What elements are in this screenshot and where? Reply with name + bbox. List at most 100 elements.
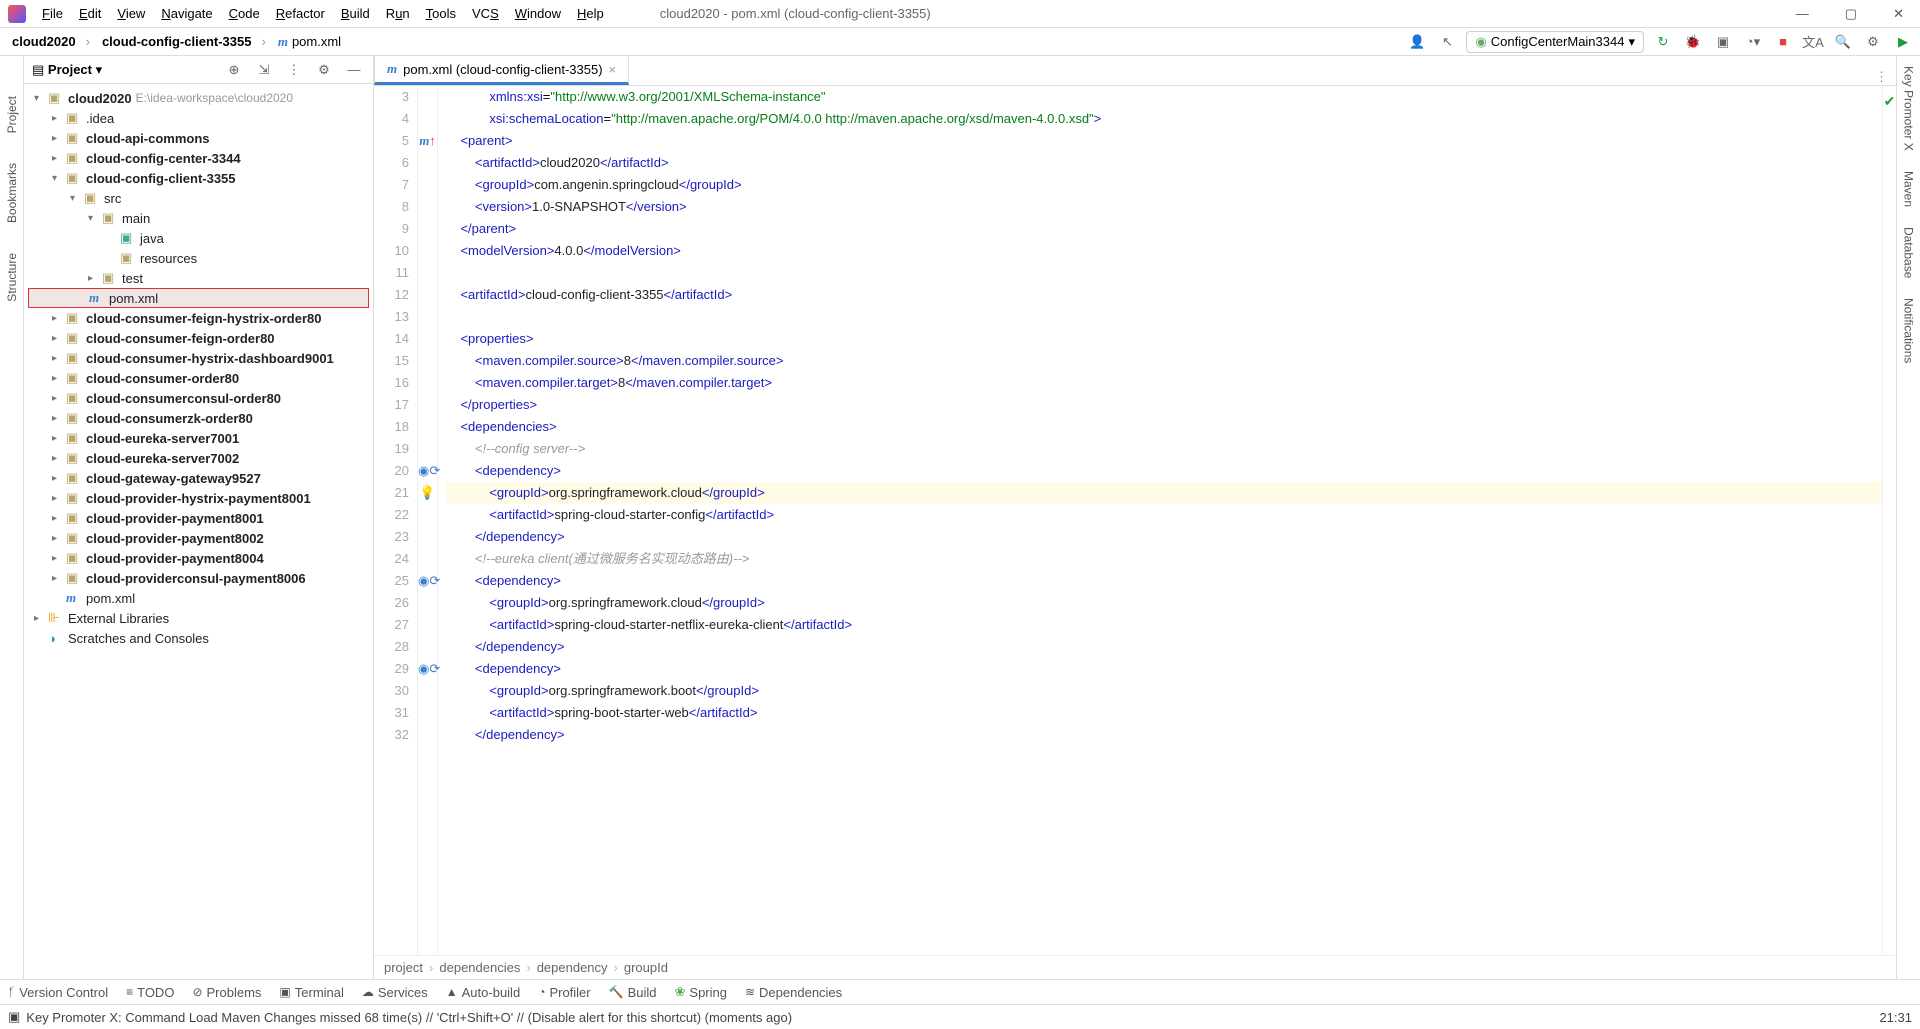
- app-icon: [8, 5, 26, 23]
- status-icon[interactable]: ▣: [8, 1009, 20, 1025]
- tree-item[interactable]: ▾▣cloud-config-client-3355: [24, 168, 373, 188]
- tree-item[interactable]: ▸▣cloud-config-center-3344: [24, 148, 373, 168]
- debug-button[interactable]: 🐞: [1682, 31, 1704, 53]
- project-header: ▤ Project ▾ ⊕ ⇲ ⋮ ⚙ —: [24, 56, 373, 84]
- tree-item[interactable]: mpom.xml: [24, 588, 373, 608]
- tab-options-icon[interactable]: ⋮: [1875, 69, 1888, 85]
- right-tab-keypromoter[interactable]: Key Promoter X: [1902, 66, 1916, 151]
- tree-item[interactable]: ▸▣cloud-eureka-server7001: [24, 428, 373, 448]
- collapse-icon[interactable]: ⋮: [283, 59, 305, 81]
- menu-code[interactable]: Code: [221, 6, 268, 21]
- back-arrow-icon[interactable]: ↖: [1436, 31, 1458, 53]
- minimize-button[interactable]: —: [1788, 6, 1817, 22]
- tw-version-control[interactable]: ᚶ Version Control: [8, 985, 108, 1000]
- menu-build[interactable]: Build: [333, 6, 378, 21]
- left-tool-stripe: Project Bookmarks Structure: [0, 56, 24, 979]
- tree-item[interactable]: ▣resources: [24, 248, 373, 268]
- tw-build[interactable]: 🔨 Build: [609, 985, 657, 1000]
- tree-item[interactable]: ▸▣cloud-providerconsul-payment8006: [24, 568, 373, 588]
- translate-icon[interactable]: 文A: [1802, 31, 1824, 53]
- tree-item[interactable]: ▸▣cloud-consumerconsul-order80: [24, 388, 373, 408]
- search-icon[interactable]: 🔍: [1832, 31, 1854, 53]
- breadcrumb-root[interactable]: cloud2020: [6, 32, 96, 51]
- project-tab-label[interactable]: ▤ Project ▾: [32, 62, 102, 78]
- right-tab-notifications[interactable]: Notifications: [1902, 298, 1916, 363]
- menu-file[interactable]: File: [34, 6, 71, 21]
- tree-item[interactable]: ▾▣main: [24, 208, 373, 228]
- menu-edit[interactable]: Edit: [71, 6, 109, 21]
- settings-icon[interactable]: ⚙: [1862, 31, 1884, 53]
- status-position[interactable]: 21:31: [1879, 1010, 1912, 1025]
- navigation-bar: cloud2020 cloud-config-client-3355 m pom…: [0, 28, 1920, 56]
- tree-scratches[interactable]: ◑Scratches and Consoles: [24, 628, 373, 648]
- profile-button[interactable]: ◔▾: [1742, 31, 1764, 53]
- hide-icon[interactable]: —: [343, 59, 365, 81]
- tree-root[interactable]: ▾▣cloud2020E:\idea-workspace\cloud2020: [24, 88, 373, 108]
- menu-vcs[interactable]: VCS: [464, 6, 507, 21]
- coverage-button[interactable]: ▣: [1712, 31, 1734, 53]
- tree-item[interactable]: ▸▣cloud-consumer-feign-hystrix-order80: [24, 308, 373, 328]
- menu-window[interactable]: Window: [507, 6, 569, 21]
- bc-dependency[interactable]: dependency: [537, 960, 618, 975]
- tree-item[interactable]: ▸▣cloud-gateway-gateway9527: [24, 468, 373, 488]
- expand-icon[interactable]: ⇲: [253, 59, 275, 81]
- bc-groupid[interactable]: groupId: [624, 960, 674, 975]
- right-tab-maven[interactable]: Maven: [1902, 171, 1916, 207]
- menu-tools[interactable]: Tools: [418, 6, 464, 21]
- tw-profiler[interactable]: ◔ Profiler: [538, 985, 590, 1000]
- tree-item[interactable]: ▸▣test: [24, 268, 373, 288]
- run-config-dropdown[interactable]: ◉ConfigCenterMain3344 ▾: [1466, 31, 1644, 53]
- tw-spring[interactable]: ❀ Spring: [675, 984, 727, 1000]
- tree-item[interactable]: ▸▣cloud-consumerzk-order80: [24, 408, 373, 428]
- editor-tab[interactable]: mpom.xml (cloud-config-client-3355)×: [374, 55, 629, 85]
- tw-terminal[interactable]: ▣ Terminal: [279, 985, 343, 1000]
- project-tool-window: ▤ Project ▾ ⊕ ⇲ ⋮ ⚙ — ▾▣cloud2020E:\idea…: [24, 56, 374, 979]
- menu-refactor[interactable]: Refactor: [268, 6, 333, 21]
- gear-icon[interactable]: ⚙: [313, 59, 335, 81]
- tw-todo[interactable]: ≡ TODO: [126, 985, 174, 1000]
- tw-dependencies[interactable]: ≋ Dependencies: [745, 985, 842, 1000]
- menu-run[interactable]: Run: [378, 6, 418, 21]
- tw-services[interactable]: ☁ Services: [362, 985, 428, 1000]
- tw-autobuild[interactable]: ▲ Auto-build: [446, 985, 520, 1000]
- menu-navigate[interactable]: Navigate: [153, 6, 220, 21]
- error-stripe[interactable]: ✔: [1882, 86, 1896, 955]
- tree-item[interactable]: ▸▣cloud-consumer-order80: [24, 368, 373, 388]
- bc-project[interactable]: project: [384, 960, 433, 975]
- stop-button[interactable]: ■: [1772, 31, 1794, 53]
- line-gutter[interactable]: 3456789101112131415161718192021222324252…: [374, 86, 418, 955]
- tree-item[interactable]: ▸▣cloud-provider-payment8002: [24, 528, 373, 548]
- tw-problems[interactable]: ⊘ Problems: [192, 985, 261, 1000]
- gutter-marks: m↑◉⟳💡◉⟳◉⟳: [418, 86, 438, 955]
- close-button[interactable]: ✕: [1885, 6, 1912, 22]
- menu-help[interactable]: Help: [569, 6, 612, 21]
- project-tree[interactable]: ▾▣cloud2020E:\idea-workspace\cloud2020 ▸…: [24, 84, 373, 979]
- right-tab-database[interactable]: Database: [1902, 227, 1916, 278]
- left-tab-structure[interactable]: Structure: [5, 253, 19, 302]
- maximize-button[interactable]: ▢: [1837, 6, 1865, 22]
- tree-item[interactable]: ▸▣cloud-api-commons: [24, 128, 373, 148]
- close-tab-icon[interactable]: ×: [609, 62, 617, 77]
- tree-item[interactable]: ▸▣cloud-provider-payment8001: [24, 508, 373, 528]
- tree-item[interactable]: ▣java: [24, 228, 373, 248]
- play-icon[interactable]: ▶: [1892, 31, 1914, 53]
- left-tab-bookmarks[interactable]: Bookmarks: [5, 163, 19, 223]
- breadcrumb-module[interactable]: cloud-config-client-3355: [96, 32, 272, 51]
- locate-icon[interactable]: ⊕: [223, 59, 245, 81]
- tree-item[interactable]: ▸▣cloud-eureka-server7002: [24, 448, 373, 468]
- code-editor[interactable]: xmlns:xsi="http://www.w3.org/2001/XMLSch…: [438, 86, 1882, 955]
- tree-item[interactable]: ▾▣src: [24, 188, 373, 208]
- tree-item[interactable]: ▸▣.idea: [24, 108, 373, 128]
- add-user-icon[interactable]: 👤: [1406, 31, 1428, 53]
- menu-view[interactable]: View: [109, 6, 153, 21]
- tree-item[interactable]: ▸▣cloud-consumer-feign-order80: [24, 328, 373, 348]
- tree-item-selected[interactable]: mpom.xml: [28, 288, 369, 308]
- breadcrumb-file[interactable]: m pom.xml: [272, 32, 357, 52]
- run-button[interactable]: ↻: [1652, 31, 1674, 53]
- bc-dependencies[interactable]: dependencies: [439, 960, 530, 975]
- tree-external-libs[interactable]: ▸⊪External Libraries: [24, 608, 373, 628]
- tree-item[interactable]: ▸▣cloud-provider-payment8004: [24, 548, 373, 568]
- left-tab-project[interactable]: Project: [5, 96, 19, 133]
- tree-item[interactable]: ▸▣cloud-consumer-hystrix-dashboard9001: [24, 348, 373, 368]
- tree-item[interactable]: ▸▣cloud-provider-hystrix-payment8001: [24, 488, 373, 508]
